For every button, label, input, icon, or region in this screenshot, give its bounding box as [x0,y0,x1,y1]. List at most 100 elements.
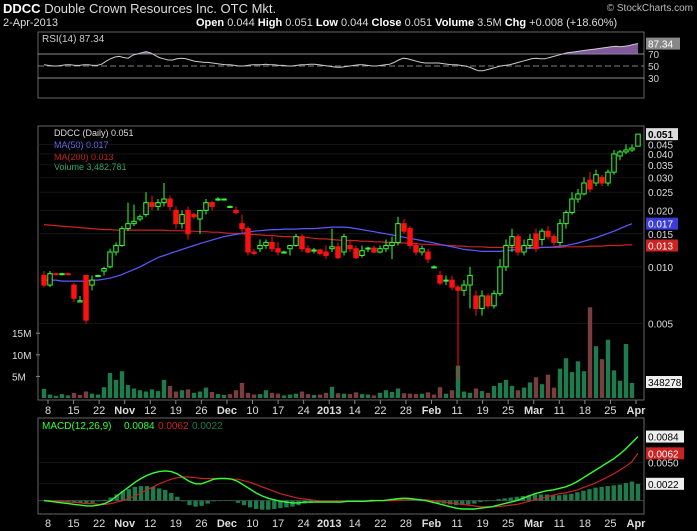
x-tick-label: 25 [502,405,514,417]
volume-bar [431,394,437,398]
price-tick-label: 0.020 [648,206,673,217]
x-tick-label: 19 [170,405,182,417]
x-tick-label: Mar [524,405,544,417]
price-tick-label: 0.040 [648,150,673,161]
volume-bar [161,379,167,398]
macd-tick-label: 0.0050 [648,458,679,469]
volume-bar [605,339,611,398]
volume-bar [551,387,557,398]
chart-canvas: RSI(14) 87.34 705030 87.34 DDCC (Daily) 0… [12,31,687,530]
legend-ma200: MA(200) 0.013 [54,152,114,162]
x-tick-label: Feb [422,405,442,417]
volume-bar [179,390,185,398]
candle-body [629,147,635,151]
macd-histogram-bar [508,497,513,501]
x-tick-label: 12 [144,405,156,417]
macd-histogram-bar [575,492,580,501]
candle-body [317,249,323,254]
x-tick-label: 24 [298,405,310,417]
rsi-panel: RSI(14) 87.34 705030 87.34 [37,31,680,99]
candle-body [347,245,353,250]
macd-histogram-bar [96,500,101,502]
volume-bar [281,395,287,398]
volume-bar [47,394,53,398]
candle-body [551,236,557,243]
volume-bar [53,395,59,398]
volume-bar [263,390,269,398]
macd-histogram-bar [211,500,216,502]
candle-body [281,251,287,254]
candle-body [623,149,629,153]
macd-value-label: 0.0084 [648,433,679,444]
volume-bar [407,393,413,398]
volume-bar [227,394,233,398]
ma50-value-label: 0.017 [648,220,673,231]
volume-bar [341,393,347,398]
volume-bar [377,392,383,398]
macd-histogram-bar [235,500,241,503]
candle-body [503,245,509,268]
volume-bar [185,389,191,398]
x-tick-label: 25 [604,405,616,417]
volume-bar [587,307,593,398]
macd-histogram-bar [156,488,162,501]
x-tick-label: Dec [217,405,237,417]
candle-body [473,295,479,309]
candle-body [335,246,341,259]
macd-histogram-bar [241,500,247,506]
candle-body [77,300,83,303]
volume-bar [419,393,425,398]
volume-bar [413,394,419,398]
candle-body [89,279,95,286]
volume-bar [245,392,251,398]
macd-histogram-bar [587,489,592,501]
candle-body [485,295,491,307]
volume-bar [239,382,245,398]
macd-histogram-bar [150,486,156,501]
volume-bar [449,390,455,398]
stock-chart: DDCC Double Crown Resources Inc. OTC Mkt… [0,0,697,531]
x-tick-label: Feb [422,518,442,530]
macd-histogram-bar [502,498,507,501]
x-axis-bottom: 8 15 22 Nov 12 19 26 Dec 10 17 24 2013 14 22 28 Feb 11 19… [45,518,646,530]
candle-body [257,245,263,250]
candle-body [203,202,209,211]
volume-bar [533,377,539,398]
rsi-legend: RSI(14) 87.34 [42,34,105,45]
macd-histogram-bar [260,500,265,510]
macd-histogram-bar [169,492,174,501]
volume-bar [257,394,263,398]
candle-body [527,238,533,247]
macd-histogram-bar [132,486,138,501]
volume-bar [509,385,515,398]
volume-bar [389,391,395,398]
volume-bar [215,394,221,398]
volume-bar [437,387,443,398]
candle-body [533,233,539,250]
macd-histogram-bar [187,500,192,506]
volume-bar [629,382,635,398]
volume-bar [287,394,293,398]
price-tick-label: 0.035 [648,161,673,172]
candle-body [371,247,377,253]
candle-body [149,202,155,207]
macd-histogram-bar [266,500,271,510]
x-tick-label: 14 [349,405,361,417]
macd-histogram-bar [581,490,586,501]
volume-bar [125,385,131,398]
x-tick-label: 10 [246,518,258,530]
volume-bar [77,394,83,398]
volume-bar [479,391,485,398]
volume-bar [425,392,431,398]
candle-body [509,236,515,247]
macd-panel: MACD(12,26,9) 0.0084 0.0062 0.0022 0.008… [37,417,684,515]
volume-bar [365,394,371,398]
candle-body [185,209,191,235]
candle-body [239,223,245,230]
candle-body [341,236,347,253]
price-tick-label: 0.025 [648,188,673,199]
volume-bar [83,391,89,398]
volume-bar [353,392,359,398]
candle-body [287,245,293,250]
x-tick-label: 2013 [317,518,341,530]
